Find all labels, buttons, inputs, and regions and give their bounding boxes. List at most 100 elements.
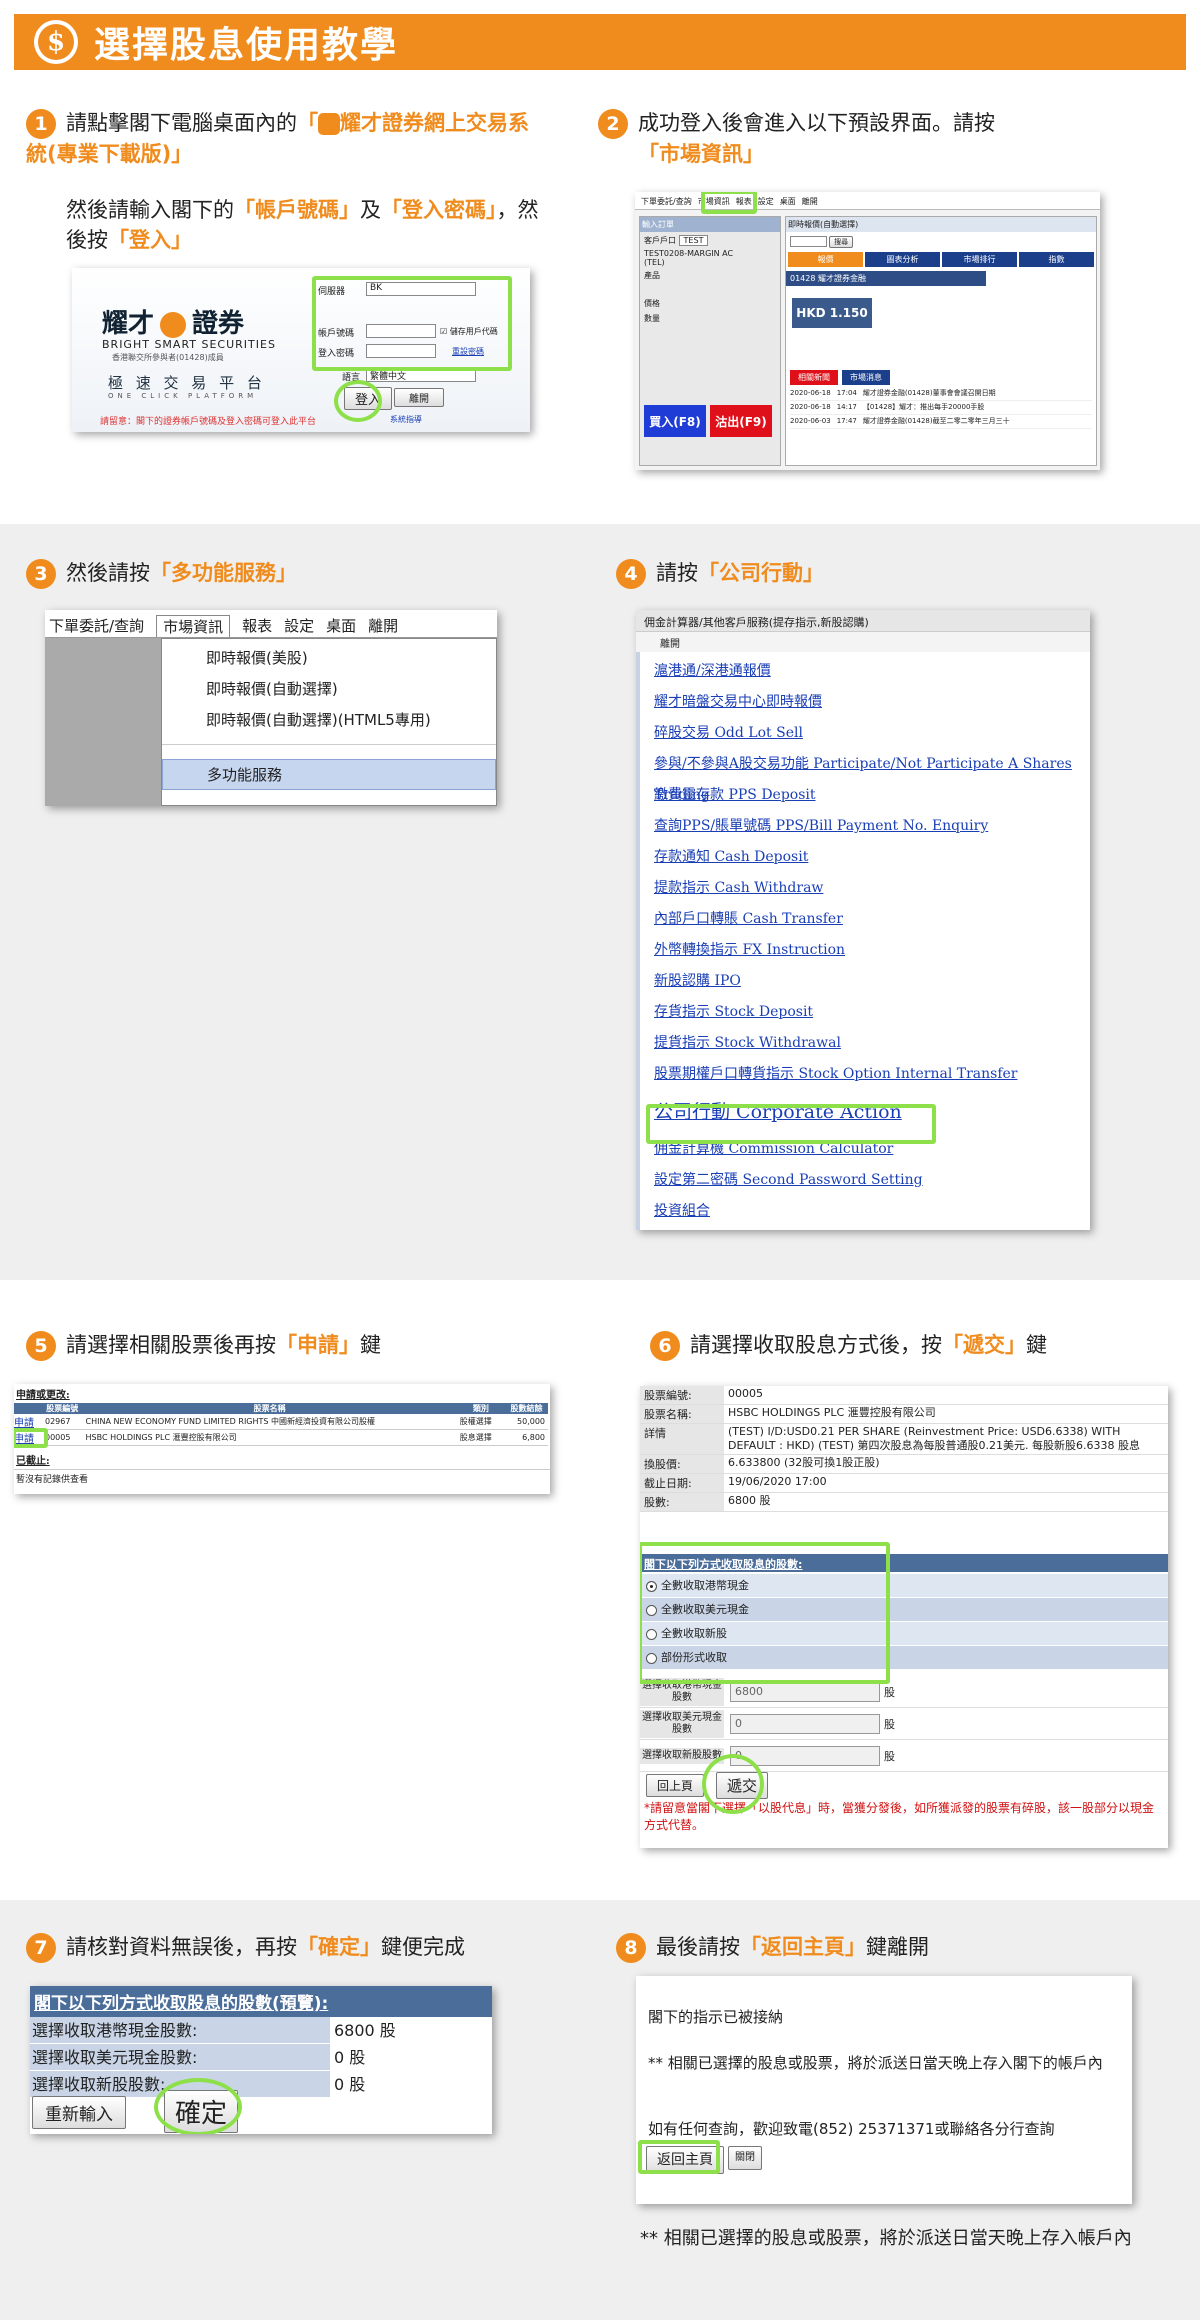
menu-market-info[interactable]: 市場資訊 (156, 615, 231, 637)
service-link[interactable]: 滬港通/深港通報價 (636, 656, 1090, 687)
service-link[interactable]: 外幣轉換指示 FX Instruction (636, 935, 1090, 966)
info-row: 股數: 6800 股 (640, 1493, 1168, 1512)
cell-code: 00005 (45, 1433, 71, 1442)
cell-qty: 50,000 (517, 1417, 545, 1426)
news-row[interactable]: 2020-06-18 14:17 【01428】耀才：推出每手20000手股 (790, 401, 1092, 415)
step-2: 2 成功登入後會進入以下預設界面。請按 「市場資訊」 (598, 108, 1158, 169)
news-date: 2020-06-03 (790, 417, 831, 425)
highlight-options (640, 1542, 890, 1684)
table-row: 申請 02967 CHINA NEW ECONOMY FUND LIMITED RI… (14, 1414, 548, 1430)
service-link[interactable]: 存貨指示 Stock Deposit (636, 997, 1090, 1028)
menu-item-multi-service[interactable]: 多功能服務 (162, 759, 496, 790)
exit-button[interactable]: 離開 (394, 388, 444, 407)
service-link[interactable]: 設定第二密碼 Second Password Setting (636, 1165, 1090, 1196)
step-number: 1 (26, 109, 56, 139)
back-button[interactable]: 回上頁 (646, 1774, 705, 1797)
help-link[interactable]: 系統指導 (390, 414, 422, 425)
sell-button[interactable]: 沽出(F9) (710, 405, 772, 437)
cell-qty: 6,800 (522, 1433, 545, 1442)
highlight-login-fields (312, 276, 512, 371)
highlight-submit (702, 1754, 764, 1814)
completion-screenshot: 閣下的指示已被接納 ** 相關已選擇的股息或股票，將於派送日當天晚上存入閣下的帳… (636, 1976, 1132, 2204)
step-5: 5 請選擇相關股票後再按「申請」鍵 (26, 1330, 546, 1361)
info-value: 6.633800 (32股可換1股正股) (728, 1456, 880, 1469)
info-key: 詳情 (640, 1424, 724, 1454)
cell-type: 股權選擇 (459, 1417, 492, 1426)
highlight-corporate-action (646, 1104, 936, 1144)
service-link[interactable]: 繳費靈存款 PPS Deposit (636, 780, 1090, 811)
info-key: 股票編號: (640, 1386, 724, 1404)
cell-type: 股息選擇 (459, 1433, 492, 1442)
cell-name: CHINA NEW ECONOMY FUND LIMITED RIGHTS 中國… (85, 1417, 376, 1426)
preview-row: 選擇收取美元現金股數: 0 股 (30, 2044, 492, 2071)
service-link[interactable]: 投資組合 (636, 1196, 1090, 1227)
service-link[interactable]: 存款通知 Cash Deposit (636, 842, 1090, 873)
news-title: 耀才證券金融(01428)截至二零二零年三月三十 (862, 417, 1010, 425)
step-4: 4 請按「公司行動」 (616, 558, 1136, 589)
services-screenshot: 佣金計算器/其他客戶服務(提存指示,新股認購) 離開 滬港通/深港通報價 耀才暗盤… (636, 610, 1090, 1230)
preview-value: 0 股 (334, 2048, 366, 2067)
field-row: 選擇收取美元現金股數 0 股 (640, 1708, 1168, 1740)
brand-logo-icon (160, 312, 187, 338)
info-value: 6800 股 (728, 1494, 771, 1507)
news-time: 17:47 (836, 417, 857, 425)
app-icon (318, 113, 340, 135)
step-3: 3 然後請按「多功能服務」 (26, 558, 546, 589)
service-link[interactable]: 新股認購 IPO (636, 966, 1090, 997)
reset-button[interactable]: 重新輸入 (32, 2096, 126, 2129)
page-title: 選擇股息使用教學 (94, 25, 399, 66)
preview-value: 6800 股 (334, 2021, 396, 2040)
news-row[interactable]: 2020-06-18 17:04 耀才證券金融(01428)董事會會議召開日期 (790, 387, 1092, 401)
market-info-menu-screenshot: 下單委託/查詢 市場資訊 報表 設定 桌面 離開 即時報價(美股) 即時報價(自動選擇) … (45, 610, 497, 806)
preview-row: 選擇收取港幣現金股數: 6800 股 (30, 2017, 492, 2044)
close-button[interactable]: 關閉 (728, 2146, 762, 2170)
info-key: 換股價: (640, 1455, 724, 1473)
service-link[interactable]: 股票期權戶口轉貨指示 Stock Option Internal Transfe… (636, 1059, 1090, 1090)
highlight-market-info (701, 192, 757, 214)
service-link[interactable]: 查詢PPS/賬單號碼 PPS/Bill Payment No. Enquiry (636, 811, 1090, 842)
info-value: HSBC HOLDINGS PLC 滙豐控股有限公司 (728, 1406, 936, 1419)
menu-item-html5-quote[interactable]: 即時報價(自動選擇)(HTML5專用) (162, 699, 496, 730)
info-value: 19/06/2020 17:00 (728, 1475, 827, 1488)
info-key: 截止日期: (640, 1474, 724, 1492)
menu-item-auto-quote[interactable]: 即時報價(自動選擇) (162, 668, 496, 699)
buy-button[interactable]: 買入(F8) (644, 405, 706, 437)
back-link[interactable]: 離開 (636, 632, 1090, 652)
page-header: $ 選擇股息使用教學 (14, 14, 1186, 70)
highlight-apply (14, 1428, 48, 1448)
service-link[interactable]: 參與/不參與A股交易功能 Participate/Not Participate… (636, 749, 1090, 803)
search-button[interactable]: 搜尋 (829, 236, 854, 248)
dollar-coin-icon: $ (34, 20, 78, 64)
menu-item-us-quote[interactable]: 即時報價(美股) (162, 639, 496, 668)
preview-row: 選擇收取新股股數: 0 股 (30, 2071, 492, 2098)
info-key: 股票名稱: (640, 1405, 724, 1423)
info-key: 股數: (640, 1493, 724, 1511)
info-row: 換股價: 6.633800 (32股可換1股正股) (640, 1455, 1168, 1474)
cell-name: HSBC HOLDINGS PLC 滙豐控股有限公司 (85, 1433, 237, 1442)
news-date: 2020-06-18 (790, 403, 831, 411)
service-link[interactable]: 耀才暗盤交易中心即時報價 (636, 687, 1090, 718)
field-input[interactable]: 6800 (730, 1681, 880, 1702)
preview-key: 選擇收取港幣現金股數: (30, 2017, 330, 2043)
highlight-confirm (154, 2078, 242, 2134)
service-link[interactable]: 提款指示 Cash Withdraw (636, 873, 1090, 904)
field-input[interactable]: 0 (730, 1713, 880, 1734)
rights-table: 股票編號 股票名稱 類別 股數結餘 申請 02967 CHINA NEW ECONOMY … (14, 1403, 548, 1446)
news-title: 【01428】耀才：推出每手20000手股 (862, 403, 985, 411)
step-7: 7 請核對資料無誤後，再按「確定」鍵便完成 (26, 1932, 566, 1963)
service-link[interactable]: 提貨指示 Stock Withdrawal (636, 1028, 1090, 1059)
news-title: 耀才證券金融(01428)董事會會議召開日期 (862, 389, 996, 397)
cell-code: 02967 (45, 1417, 71, 1426)
field-label: 選擇收取美元現金股數 (640, 1709, 724, 1738)
info-row: 詳情 (TEST) I/D:USD0.21 PER SHARE (Reinvest… (640, 1424, 1168, 1455)
preview-key: 選擇收取美元現金股數: (30, 2044, 330, 2070)
highlight-login-button (334, 380, 382, 422)
preview-screenshot: 閣下以下列方式收取股息的股數(預覽): 選擇收取港幣現金股數: 6800 股選擇收… (30, 1986, 492, 2134)
service-link[interactable]: 碎股交易 Odd Lot Sell (636, 718, 1090, 749)
news-date: 2020-06-18 (790, 389, 831, 397)
footnote: ** 相關已選擇的股息或股票，將於派送日當天晚上存入帳戶內 (640, 2228, 1132, 2249)
service-link[interactable]: 內部戶口轉賬 Cash Transfer (636, 904, 1090, 935)
news-row[interactable]: 2020-06-03 17:47 耀才證券金融(01428)截至二零二零年三月三十 (790, 415, 1092, 429)
preview-value: 0 股 (334, 2075, 366, 2094)
step-1: 1 請點擊閣下電腦桌面內的「 耀才證券網上交易系統(專業下載版)」 然後請輸入閣下的… (26, 109, 539, 252)
